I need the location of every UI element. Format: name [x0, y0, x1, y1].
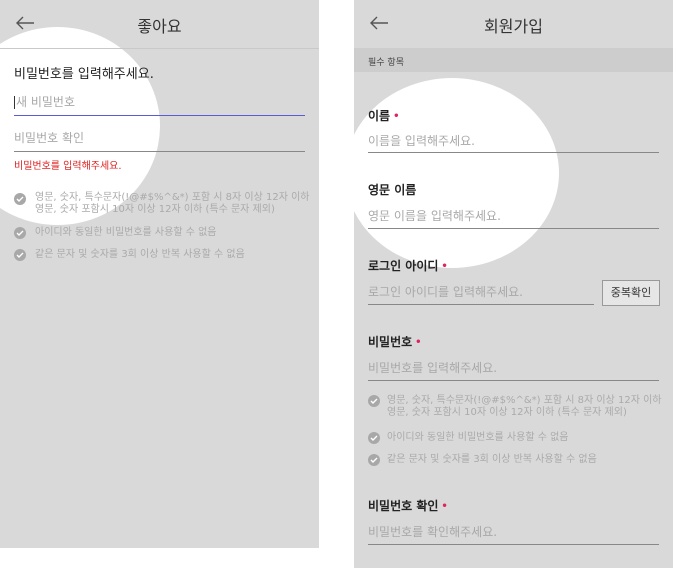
check-circle-icon: [14, 193, 26, 205]
english-name-input[interactable]: [368, 208, 658, 224]
english-name-underline: [368, 228, 659, 229]
password-rule: 영문, 숫자, 특수문자(!@#$%^&*) 포함 시 8자 이상 12자 이하…: [387, 395, 662, 418]
password-prompt: 비밀번호를 입력해주세요.: [14, 67, 154, 82]
confirm-password-input[interactable]: [14, 130, 304, 146]
page-title: 좋아요: [137, 17, 182, 36]
check-circle-icon: [14, 227, 26, 239]
check-circle-icon: [14, 249, 26, 261]
password-rule: 영문, 숫자, 특수문자(!@#$%^&*) 포함 시 8자 이상 12자 이하…: [35, 192, 310, 215]
top-bar: 회원가입: [354, 0, 673, 49]
password-confirm-input[interactable]: [368, 524, 658, 540]
required-mark: •: [441, 501, 448, 512]
password-rule: 아이디와 동일한 비밀번호를 사용할 수 없음: [35, 227, 217, 238]
confirm-password-underline: [14, 151, 305, 152]
error-message: 비밀번호를 입력해주세요.: [14, 161, 122, 172]
password-label: 비밀번호 •: [368, 335, 422, 349]
duplicate-check-button[interactable]: 중복확인: [602, 280, 660, 306]
password-confirm-underline: [368, 544, 659, 545]
login-id-label: 로그인 아이디 •: [368, 259, 448, 273]
name-label: 이름 •: [368, 109, 400, 123]
check-circle-icon: [368, 395, 380, 407]
password-underline: [368, 380, 659, 381]
section-header: 필수 항목: [354, 48, 673, 72]
login-id-underline: [368, 304, 594, 305]
required-mark: •: [393, 111, 400, 122]
password-rule: 같은 문자 및 숫자를 3회 이상 반복 사용할 수 없음: [387, 454, 597, 465]
page-title: 회원가입: [484, 17, 543, 36]
password-rule: 아이디와 동일한 비밀번호를 사용할 수 없음: [387, 432, 569, 443]
login-id-input[interactable]: [368, 284, 590, 300]
required-mark: •: [441, 261, 448, 272]
name-underline: [368, 152, 659, 153]
new-password-input[interactable]: [16, 94, 304, 110]
check-circle-icon: [368, 432, 380, 444]
section-title: 필수 항목: [368, 58, 404, 68]
required-mark: •: [415, 337, 422, 348]
password-input[interactable]: [368, 360, 658, 376]
top-bar: 좋아요: [0, 0, 319, 49]
check-circle-icon: [368, 454, 380, 466]
password-confirm-label: 비밀번호 확인 •: [368, 499, 448, 513]
name-input[interactable]: [368, 133, 658, 149]
text-caret: [14, 96, 15, 109]
english-name-label: 영문 이름: [368, 183, 417, 197]
password-rule: 같은 문자 및 숫자를 3회 이상 반복 사용할 수 없음: [35, 249, 245, 260]
signup-screen: 회원가입 필수 항목 이름• 영문 이름 로그인 아이디• 중복확인 비밀번호•…: [354, 0, 673, 568]
new-password-underline: [14, 115, 305, 116]
password-screen: 좋아요 비밀번호를 입력해주세요. 비밀번호를 입력해주세요. 영문, 숫자, …: [0, 0, 319, 548]
